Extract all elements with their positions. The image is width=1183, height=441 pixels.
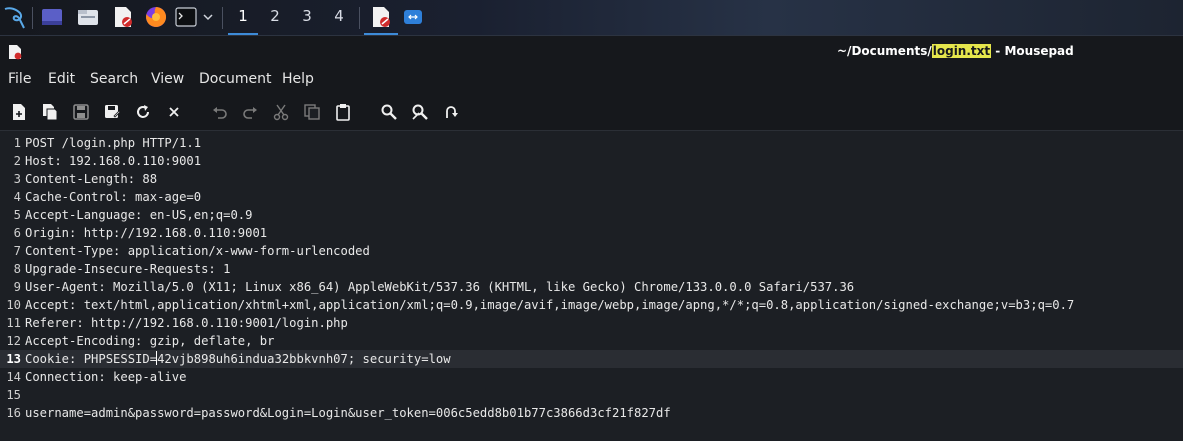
editor-line: 11 Referer: http://192.168.0.110:9001/log…	[0, 314, 1183, 332]
close-icon[interactable]	[165, 103, 183, 121]
text-editor-area[interactable]: 1 POST /login.php HTTP/1.1 2 Host: 192.168…	[0, 131, 1183, 441]
workspace-1[interactable]: 1	[228, 0, 258, 35]
reload-icon[interactable]	[134, 103, 152, 121]
editor-line: 15	[0, 386, 1183, 404]
line-number: 6	[13, 226, 21, 240]
window-title-path: ~/Documents/	[837, 44, 932, 58]
menu-edit[interactable]: Edit	[48, 71, 75, 87]
menu-view[interactable]: View	[151, 71, 184, 87]
goto-line-icon[interactable]	[442, 103, 460, 121]
taskbar: 1 2 3 4	[0, 0, 1183, 36]
file-manager-icon[interactable]	[77, 6, 99, 28]
window-titlebar: ~/Documents/login.txt - Mousepad	[0, 36, 1183, 66]
menu-bar: File Edit Search View Document Help	[0, 66, 1183, 94]
new-document-icon[interactable]	[10, 103, 28, 121]
taskbar-separator	[359, 7, 360, 29]
line-text: Cache-Control: max-age=0	[25, 190, 202, 204]
editor-line: 5 Accept-Language: en-US,en;q=0.9	[0, 206, 1183, 224]
save-icon[interactable]	[72, 103, 90, 121]
line-number: 12	[6, 334, 21, 348]
line-text: Content-Length: 88	[25, 172, 158, 186]
line-text: User-Agent: Mozilla/5.0 (X11; Linux x86_…	[25, 280, 855, 294]
chevron-down-icon[interactable]	[201, 9, 215, 25]
line-number: 16	[6, 406, 21, 420]
line-text: Accept-Language: en-US,en;q=0.9	[25, 208, 253, 222]
editor-current-line: 13 Cookie: PHPSESSID=42vjb898uh6indua32bb…	[0, 350, 1183, 368]
toolbar	[0, 94, 1183, 131]
editor-line: 10 Accept: text/html,application/xhtml+xm…	[0, 296, 1183, 314]
paste-icon[interactable]	[334, 103, 352, 121]
mousepad-task-icon	[373, 7, 390, 27]
line-text: Origin: http://192.168.0.110:9001	[25, 226, 268, 240]
window-title: ~/Documents/login.txt - Mousepad	[837, 44, 1074, 58]
undo-icon[interactable]	[211, 103, 229, 121]
editor-line: 7 Content-Type: application/x-www-form-ur…	[0, 242, 1183, 260]
line-number: 8	[13, 262, 21, 276]
line-text: username=admin&password=password&Login=L…	[25, 406, 671, 420]
line-text-before-cursor: Cookie: PHPSESSID=	[25, 352, 158, 366]
copy-icon[interactable]	[303, 103, 321, 121]
editor-line: 16 username=admin&password=password&Login…	[0, 404, 1183, 422]
editor-line: 1 POST /login.php HTTP/1.1	[0, 134, 1183, 152]
find-icon[interactable]	[380, 103, 398, 121]
menu-file[interactable]: File	[8, 71, 31, 87]
editor-line: 9 User-Agent: Mozilla/5.0 (X11; Linux x86…	[0, 278, 1183, 296]
cut-icon[interactable]	[272, 103, 290, 121]
taskbar-separator	[222, 7, 223, 29]
task-other-window[interactable]	[402, 6, 424, 28]
line-number: 3	[13, 172, 21, 186]
line-text-after-cursor: 42vjb898uh6indua32bbkvnh07; security=low	[157, 352, 451, 366]
line-text: Connection: keep-alive	[25, 370, 187, 384]
editor-line: 14 Connection: keep-alive	[0, 368, 1183, 386]
line-text: Content-Type: application/x-www-form-url…	[25, 244, 370, 258]
editor-line: 4 Cache-Control: max-age=0	[0, 188, 1183, 206]
line-number: 15	[6, 388, 21, 402]
line-number: 5	[13, 208, 21, 222]
workspace-4[interactable]: 4	[324, 0, 354, 33]
mousepad-app-icon	[8, 44, 22, 60]
line-text: Accept: text/html,application/xhtml+xml,…	[25, 298, 1075, 312]
terminal-icon[interactable]	[175, 6, 197, 28]
save-as-icon[interactable]	[103, 103, 121, 121]
window-title-filename: login.txt	[931, 44, 992, 58]
workspace-2[interactable]: 2	[260, 0, 290, 33]
menu-document[interactable]: Document	[199, 71, 272, 87]
line-text: POST /login.php HTTP/1.1	[25, 136, 202, 150]
text-editor-launcher-icon[interactable]	[112, 6, 134, 28]
find-replace-icon[interactable]	[411, 103, 429, 121]
task-mousepad[interactable]	[364, 0, 398, 35]
menu-search[interactable]: Search	[90, 71, 138, 87]
redo-icon[interactable]	[241, 103, 259, 121]
line-number: 4	[13, 190, 21, 204]
line-text: Accept-Encoding: gzip, deflate, br	[25, 334, 275, 348]
taskbar-separator	[32, 7, 33, 29]
editor-line: 6 Origin: http://192.168.0.110:9001	[0, 224, 1183, 242]
line-text: Host: 192.168.0.110:9001	[25, 154, 202, 168]
editor-line: 3 Content-Length: 88	[0, 170, 1183, 188]
line-number: 1	[13, 136, 21, 150]
window-title-app: - Mousepad	[991, 44, 1074, 58]
line-number: 10	[6, 298, 21, 312]
line-number: 13	[6, 352, 21, 366]
firefox-icon[interactable]	[145, 6, 167, 28]
line-text: Upgrade-Insecure-Requests: 1	[25, 262, 231, 276]
kali-menu-icon[interactable]	[2, 4, 26, 30]
menu-help[interactable]: Help	[282, 71, 314, 87]
show-desktop-icon[interactable]	[41, 6, 63, 28]
editor-line: 12 Accept-Encoding: gzip, deflate, br	[0, 332, 1183, 350]
new-window-icon[interactable]	[41, 103, 59, 121]
line-text: Referer: http://192.168.0.110:9001/login…	[25, 316, 348, 330]
editor-line: 8 Upgrade-Insecure-Requests: 1	[0, 260, 1183, 278]
line-number: 2	[13, 154, 21, 168]
line-number: 11	[6, 316, 21, 330]
line-text: Cookie: PHPSESSID=42vjb898uh6indua32bbkv…	[25, 350, 451, 368]
workspace-3[interactable]: 3	[292, 0, 322, 33]
editor-line: 2 Host: 192.168.0.110:9001	[0, 152, 1183, 170]
line-number: 14	[6, 370, 21, 384]
line-number: 9	[13, 280, 21, 294]
line-number: 7	[13, 244, 21, 258]
